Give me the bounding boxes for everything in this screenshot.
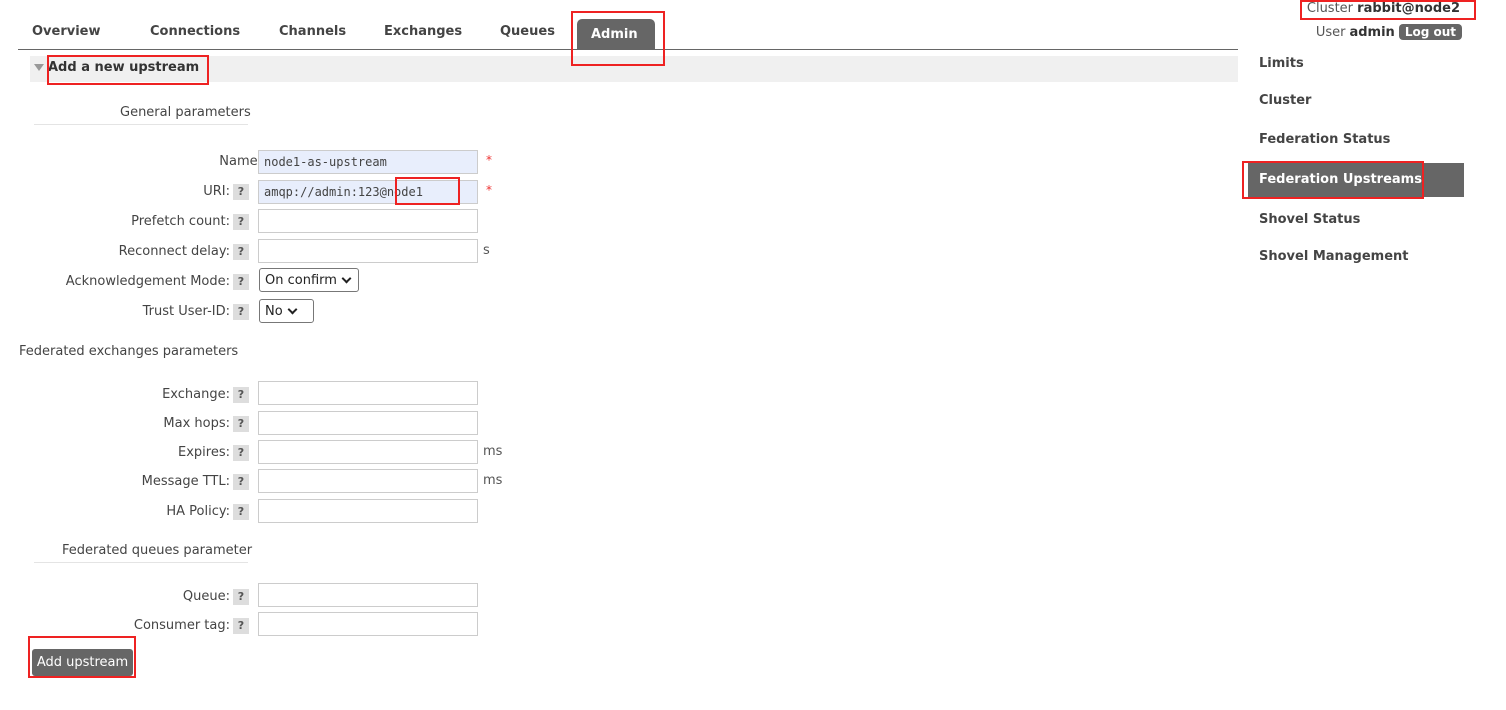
cluster-label: Cluster (1306, 1, 1354, 16)
help-icon[interactable]: ? (233, 504, 249, 520)
cluster-name: rabbit@node2 (1357, 1, 1460, 16)
main-nav: Overview Connections Channels Exchanges … (18, 14, 1238, 50)
federated-queues-title: Federated queues parameter (62, 543, 253, 558)
logout-button[interactable]: Log out (1398, 24, 1462, 40)
help-icon[interactable]: ? (233, 274, 249, 290)
trust-user-id-select[interactable]: No (259, 299, 314, 323)
ha-policy-input[interactable] (258, 499, 478, 523)
section-title[interactable]: Add a new upstream (48, 60, 199, 75)
trust-user-id-label: Trust User-ID: (142, 304, 230, 319)
menu-item-federation-status[interactable]: Federation Status (1248, 123, 1464, 157)
ha-policy-label: HA Policy: (166, 504, 230, 519)
queue-input[interactable] (258, 583, 478, 607)
ack-mode-select[interactable]: On confirm (259, 268, 359, 292)
chevron-down-icon (341, 273, 352, 283)
queue-label: Queue: (182, 589, 230, 604)
prefetch-count-label: Prefetch count: (131, 214, 230, 229)
tab-connections[interactable]: Connections (136, 14, 254, 50)
help-icon[interactable]: ? (233, 589, 249, 605)
ack-mode-label: Acknowledgement Mode: (65, 274, 230, 289)
federated-exchanges-title: Federated exchanges parameters (19, 344, 239, 359)
general-parameters-title: General parameters (120, 105, 251, 120)
name-input[interactable] (258, 150, 478, 174)
trust-user-id-selected: No (265, 303, 283, 319)
cluster-info: Cluster rabbit@node2 (1307, 1, 1460, 16)
collapse-arrow-icon[interactable] (34, 64, 44, 71)
user-info: User admin Log out (1316, 24, 1462, 40)
tab-queues[interactable]: Queues (486, 14, 569, 50)
tab-channels[interactable]: Channels (265, 14, 360, 50)
menu-item-shovel-status[interactable]: Shovel Status (1248, 203, 1464, 237)
uri-label: URI: (203, 184, 230, 199)
reconnect-delay-unit: s (483, 243, 490, 258)
reconnect-delay-label: Reconnect delay: (118, 244, 230, 259)
add-upstream-button[interactable]: Add upstream (32, 649, 133, 676)
help-icon[interactable]: ? (233, 474, 249, 490)
consumer-tag-input[interactable] (258, 612, 478, 636)
reconnect-delay-input[interactable] (258, 239, 478, 263)
menu-item-shovel-management[interactable]: Shovel Management (1248, 240, 1464, 274)
help-icon[interactable]: ? (233, 387, 249, 403)
exchange-label: Exchange: (162, 387, 230, 402)
chevron-down-icon (287, 304, 298, 314)
expires-label: Expires: (178, 445, 230, 460)
section-header[interactable]: Add a new upstream (30, 56, 1238, 82)
help-icon[interactable]: ? (233, 416, 249, 432)
tab-overview[interactable]: Overview (18, 14, 115, 50)
menu-item-cluster[interactable]: Cluster (1248, 84, 1464, 118)
help-icon[interactable]: ? (233, 445, 249, 461)
prefetch-count-input[interactable] (258, 209, 478, 233)
tab-exchanges[interactable]: Exchanges (370, 14, 476, 50)
exchange-input[interactable] (258, 381, 478, 405)
ack-mode-selected: On confirm (265, 272, 337, 288)
help-icon[interactable]: ? (233, 214, 249, 230)
tab-admin[interactable]: Admin (577, 19, 655, 50)
help-icon[interactable]: ? (233, 244, 249, 260)
consumer-tag-label: Consumer tag: (133, 618, 230, 633)
max-hops-label: Max hops: (163, 416, 230, 431)
message-ttl-input[interactable] (258, 469, 478, 493)
group-divider (34, 124, 248, 125)
expires-unit: ms (483, 444, 503, 459)
help-icon[interactable]: ? (233, 304, 249, 320)
message-ttl-unit: ms (483, 473, 503, 488)
required-mark: * (486, 153, 492, 167)
help-icon[interactable]: ? (233, 618, 249, 634)
expires-input[interactable] (258, 440, 478, 464)
menu-item-limits[interactable]: Limits (1248, 47, 1464, 81)
name-label: Name: (219, 154, 262, 169)
user-name: admin (1349, 24, 1395, 40)
user-label: User (1315, 24, 1346, 40)
help-icon[interactable]: ? (233, 184, 249, 200)
max-hops-input[interactable] (258, 411, 478, 435)
group-divider (34, 562, 248, 563)
menu-item-federation-upstreams[interactable]: Federation Upstreams (1248, 163, 1464, 197)
required-mark: * (486, 183, 492, 197)
uri-input[interactable] (258, 180, 478, 204)
message-ttl-label: Message TTL: (141, 474, 230, 489)
